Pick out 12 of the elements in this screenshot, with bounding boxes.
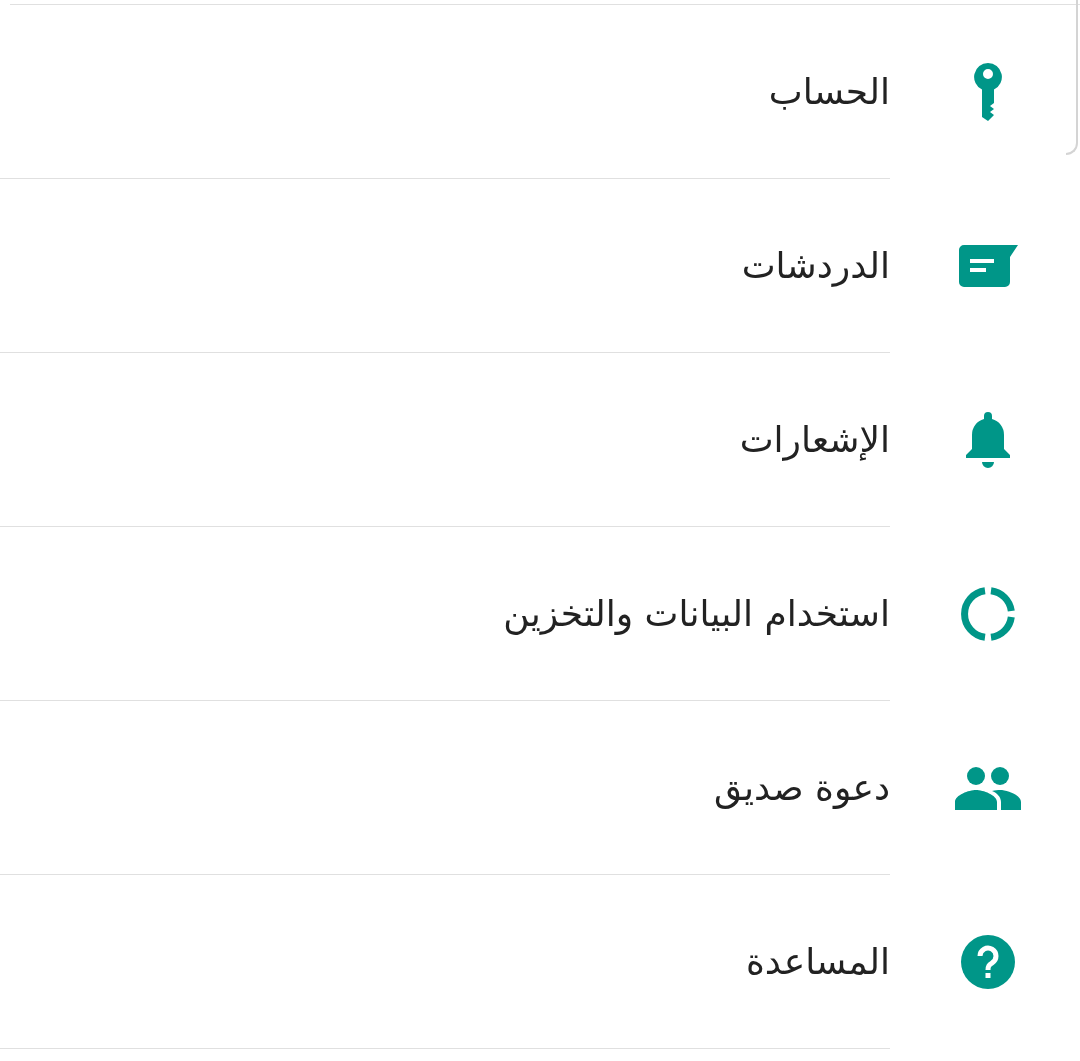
help-icon [961, 935, 1015, 989]
message-icon [958, 245, 1018, 287]
settings-item[interactable]: المساعدة [745, 934, 890, 989]
settings-item[interactable]: الإشعارات [739, 412, 890, 467]
key-icon [973, 63, 1003, 121]
settings-item[interactable]: استخدام البيانات والتخزين [503, 586, 890, 641]
bell-icon [964, 412, 1012, 468]
settings-item[interactable]: دعوة صديق [714, 760, 890, 815]
settings-item[interactable]: الحساب [768, 64, 890, 119]
settings-item[interactable]: الدردشات [741, 238, 890, 293]
ring-chart-icon [960, 586, 1016, 642]
people-icon [955, 766, 1021, 810]
